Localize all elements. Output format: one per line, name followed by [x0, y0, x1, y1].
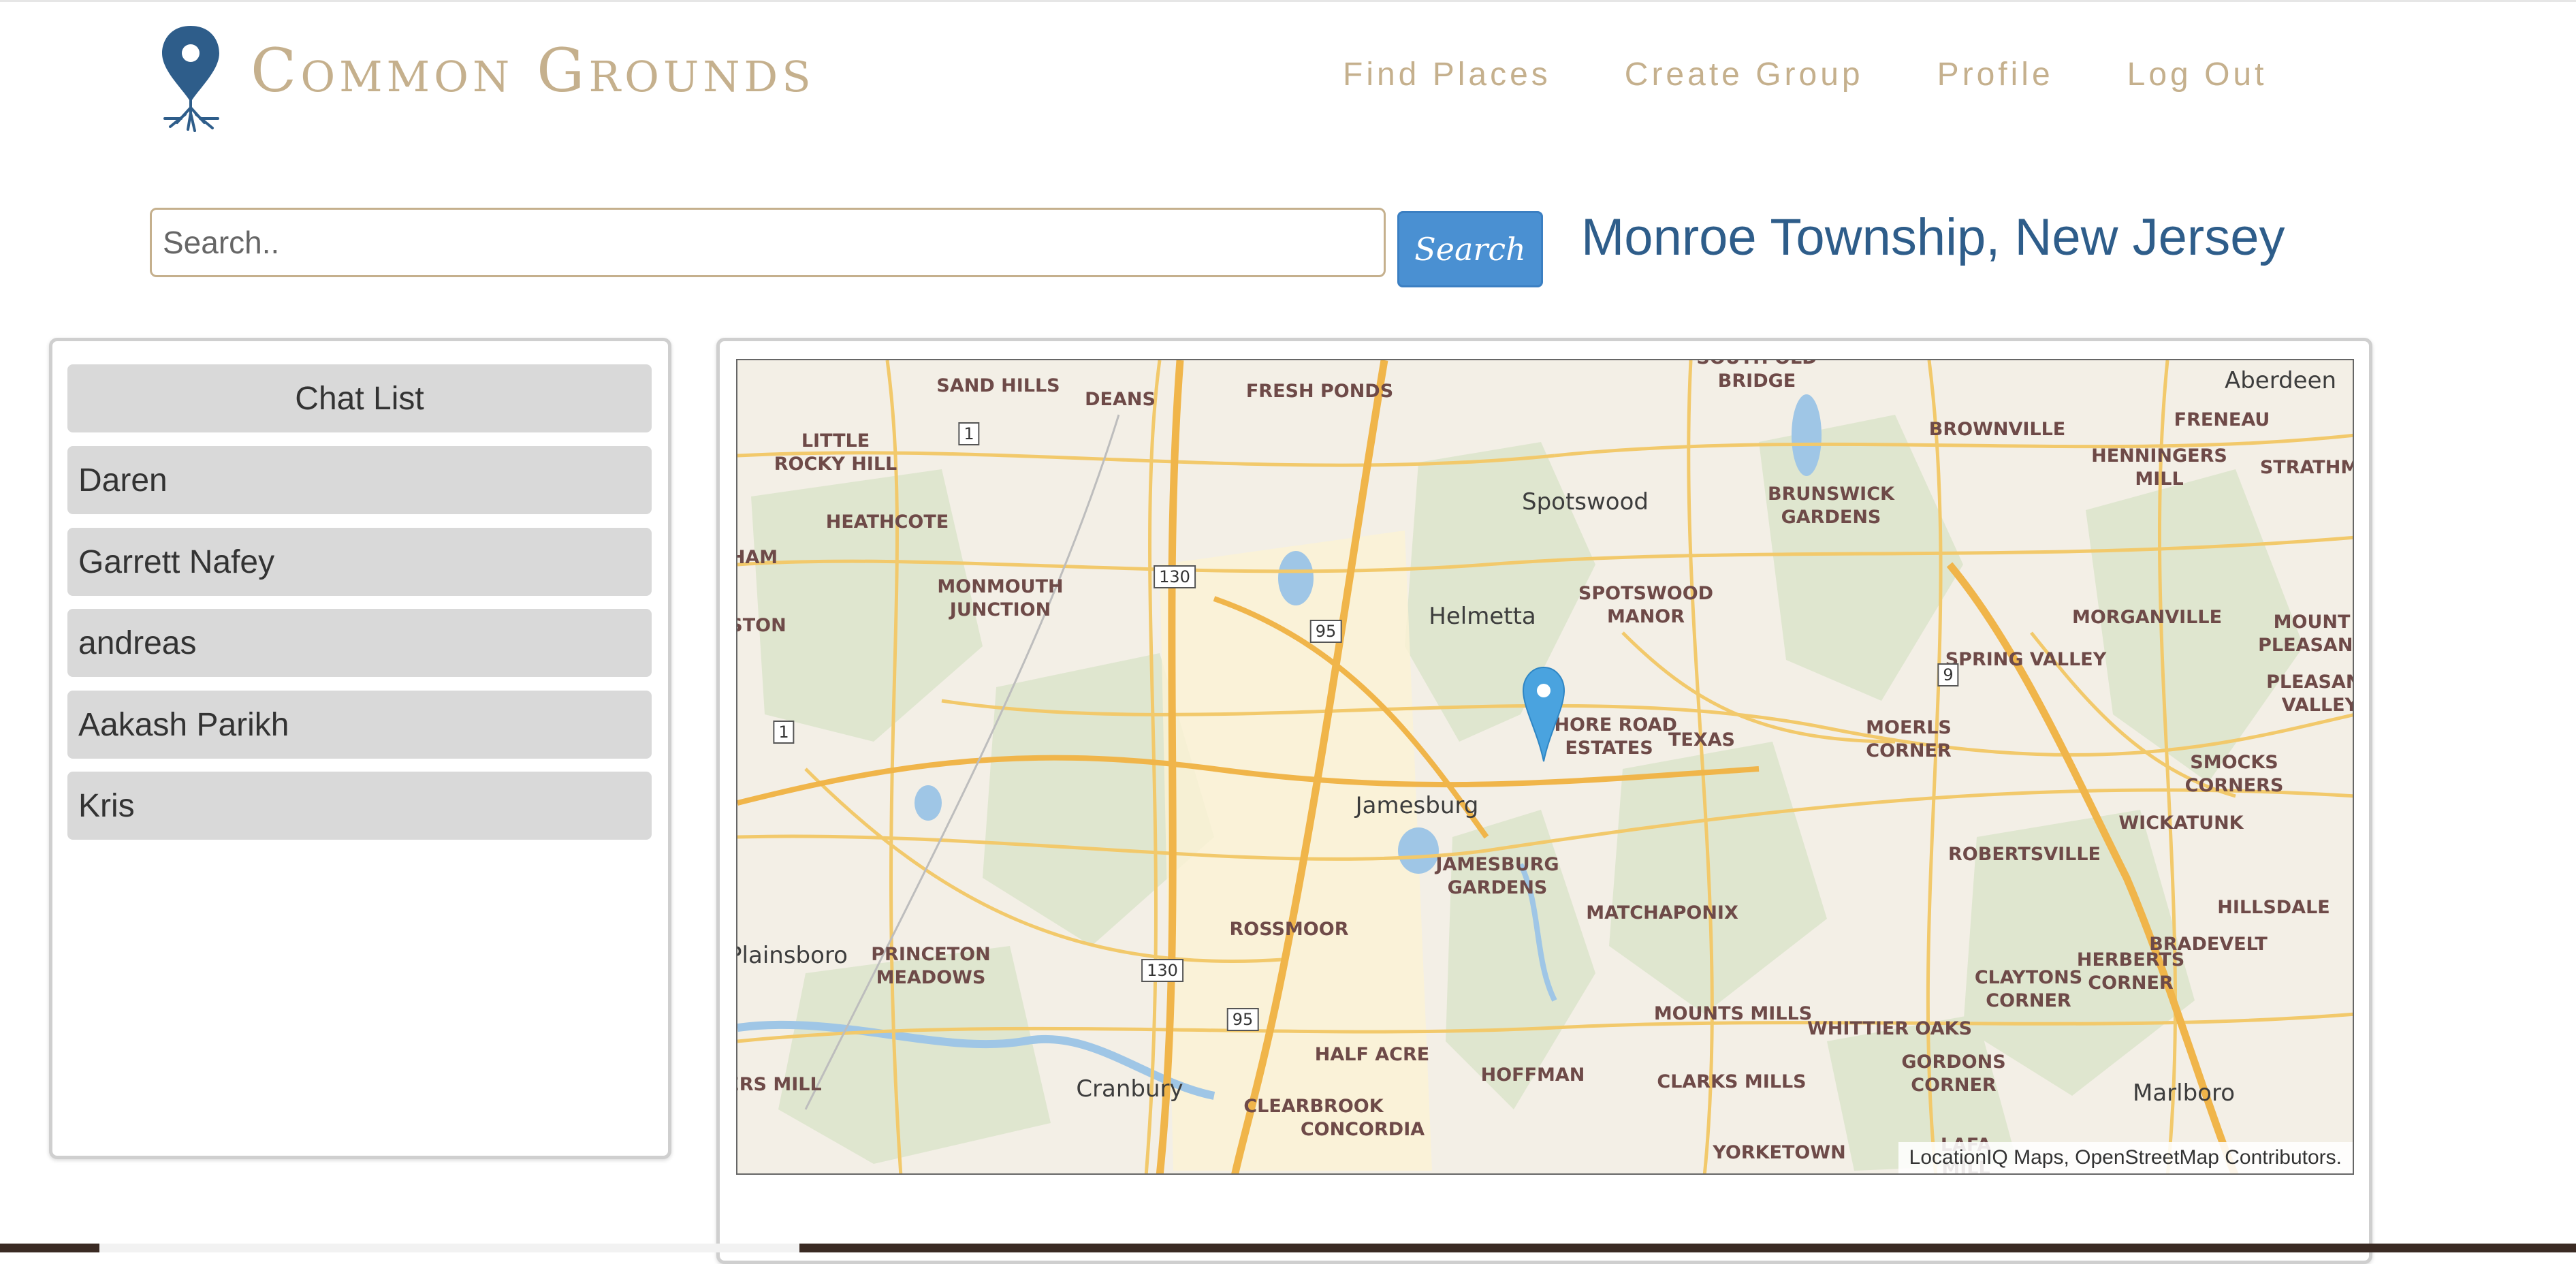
map-label: SMOCKS CORNERS — [2184, 752, 2284, 796]
map-label: WICKATUNK — [2118, 812, 2244, 834]
main-nav: Find Places Create Group Profile Log Out — [1343, 56, 2340, 93]
map-label: SAND HILLS — [936, 375, 1060, 396]
chat-list-item[interactable]: andreas — [67, 609, 652, 677]
map-label: HOFFMAN — [1480, 1064, 1585, 1086]
map-label: JAMESBURG GARDENS — [1435, 854, 1559, 898]
map-label: CLAYTONS CORNER — [1974, 967, 2083, 1011]
map-label: ROBERTSVILLE — [1947, 844, 2101, 865]
chat-list-item[interactable]: Kris — [67, 772, 652, 840]
map-label: Marlboro — [2132, 1079, 2236, 1107]
map-label: HERBERTS CORNER — [2076, 949, 2185, 994]
map-label: SOUTH OLD BRIDGE — [1696, 360, 1817, 392]
search-input[interactable] — [150, 208, 1386, 277]
map-label: SPRING VALLEY — [1945, 649, 2107, 670]
route-shield: 95 — [1309, 620, 1342, 643]
top-border — [0, 0, 2576, 2]
search-button[interactable]: Search — [1397, 211, 1543, 287]
map-label: Helmetta — [1429, 603, 1536, 630]
nav-log-out[interactable]: Log Out — [2127, 56, 2268, 93]
map-label: Plainsboro — [736, 942, 848, 969]
page-bottom-bar — [0, 1244, 2576, 1252]
map-label: PRINCETON MEADOWS — [871, 944, 991, 988]
map-label: HEATHCOTE — [825, 511, 949, 533]
map-label: CONCORDIA — [1300, 1119, 1425, 1140]
map-label: YORKETOWN — [1713, 1142, 1846, 1163]
chat-list-panel: Chat List Daren Garrett Nafey andreas Aa… — [49, 338, 671, 1159]
map-label: Jamesburg — [1355, 792, 1479, 819]
map-label: HAM — [737, 547, 778, 568]
brand-name[interactable]: Common Grounds — [251, 35, 815, 106]
map-label: ROSSMOOR — [1229, 919, 1349, 940]
map-label: STRATHMO — [2259, 457, 2353, 478]
map-label: FRENEAU — [2174, 409, 2270, 430]
map-marker-icon[interactable] — [1521, 666, 1566, 763]
map-label: MOUNTS MILLS — [1653, 1003, 1813, 1024]
map-label: LITTLE ROCKY HILL — [774, 430, 897, 475]
map-label: MATCHAPONIX — [1586, 902, 1738, 923]
location-title: Monroe Township, New Jersey — [1581, 208, 2285, 266]
map-label: PLEASANT VALLEY — [2266, 672, 2354, 716]
route-shield: 130 — [1154, 565, 1196, 588]
map-label: ERS MILL — [736, 1074, 822, 1095]
route-shield: 9 — [1937, 663, 1959, 686]
map-view[interactable]: SAND HILLS DEANS FRESH PONDS SOUTH OLD B… — [736, 359, 2354, 1175]
map-label: TEXAS — [1668, 729, 1736, 750]
map-label: CLEARBROOK — [1243, 1096, 1384, 1117]
chat-list-item[interactable]: Aakash Parikh — [67, 691, 652, 759]
route-shield: 1 — [958, 422, 980, 445]
route-shield: 1 — [773, 721, 795, 744]
logo-icon[interactable] — [150, 23, 232, 132]
chat-list-item[interactable]: Garrett Nafey — [67, 528, 652, 596]
map-label: HALF ACRE — [1314, 1044, 1430, 1065]
map-label: MOUNT PLEASANT — [2258, 612, 2353, 656]
map-label: BROWNVILLE — [1928, 419, 2066, 440]
map-label: Spotswood — [1521, 488, 1649, 516]
bottom-bar-segment — [99, 1244, 799, 1252]
map-label: STON — [737, 615, 786, 636]
map-label: FRESH PONDS — [1245, 381, 1394, 402]
map-label: SPOTSWOOD MANOR — [1578, 583, 1714, 627]
map-label: MONMOUTH JUNCTION — [937, 576, 1064, 620]
map-label: Aberdeen — [2224, 367, 2337, 394]
map-label: GORDONS CORNER — [1901, 1052, 2006, 1096]
map-label: HILLSDALE — [2217, 897, 2330, 918]
map-label: Cranbury — [1076, 1075, 1183, 1103]
route-shield: 95 — [1226, 1008, 1259, 1031]
map-label: MOERLS CORNER — [1866, 717, 1952, 761]
map-label: BRUNSWICK GARDENS — [1768, 484, 1894, 528]
route-shield: 130 — [1141, 959, 1183, 982]
map-label: MORGANVILLE — [2071, 607, 2223, 628]
map-label: DEANS — [1085, 389, 1156, 410]
nav-find-places[interactable]: Find Places — [1343, 56, 1551, 93]
chat-list-item[interactable]: Daren — [67, 446, 652, 514]
map-label: HENNINGERS MILL — [2091, 445, 2227, 490]
map-attribution[interactable]: LocationIQ Maps, OpenStreetMap Contribut… — [1898, 1142, 2353, 1173]
map-label: CLARKS MILLS — [1657, 1071, 1807, 1092]
nav-create-group[interactable]: Create Group — [1625, 56, 1864, 93]
map-label: WHITTIER OAKS — [1807, 1018, 1973, 1039]
chat-list-header: Chat List — [67, 364, 652, 432]
nav-profile[interactable]: Profile — [1937, 56, 2054, 93]
